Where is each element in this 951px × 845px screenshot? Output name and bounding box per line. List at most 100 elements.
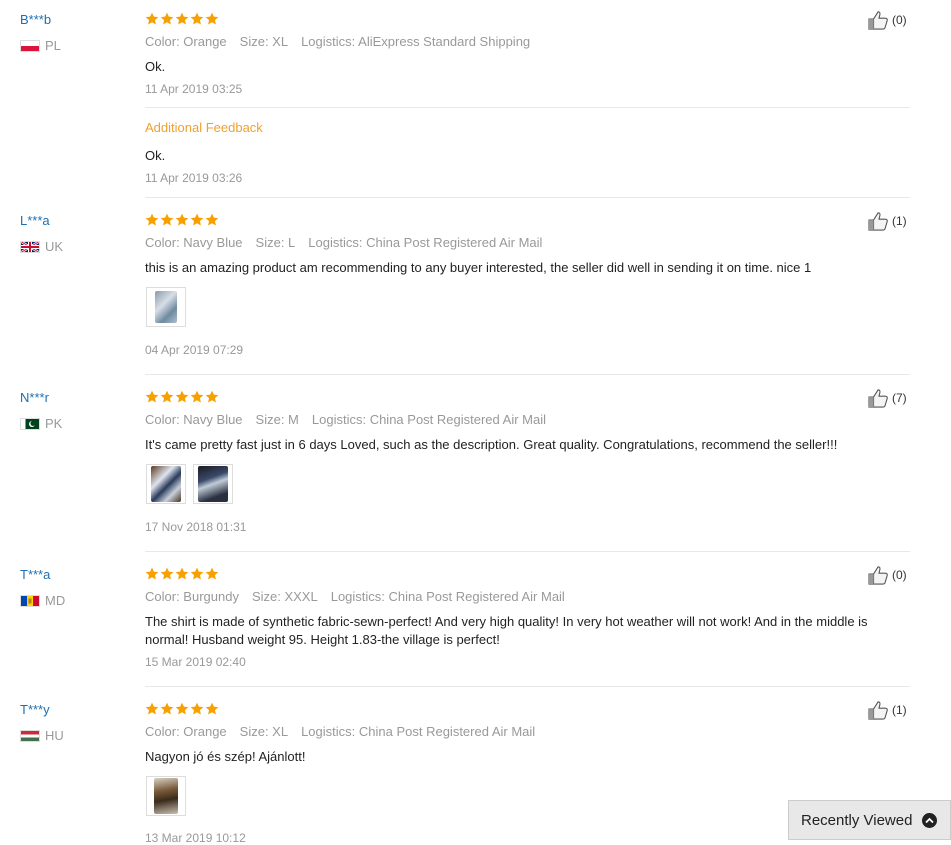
star-icon — [205, 567, 219, 580]
attr-color: Color: Burgundy — [145, 589, 239, 604]
star-rating — [145, 702, 219, 716]
star-rating — [145, 390, 219, 404]
order-attributes: Color: Burgundy Size: XXXL Logistics: Chin… — [145, 589, 578, 604]
recently-viewed-label: Recently Viewed — [801, 811, 913, 829]
review-date: 11 Apr 2019 03:25 — [145, 82, 243, 96]
country-code: PK — [45, 416, 63, 431]
review-date: 04 Apr 2019 07:29 — [145, 343, 244, 357]
review-text: The shirt is made of synthetic fabric-se… — [145, 614, 868, 647]
reviewer-name[interactable]: B***b — [20, 12, 51, 27]
flag-uk-icon — [20, 240, 40, 253]
review-photo[interactable] — [146, 287, 186, 327]
star-icon — [145, 567, 159, 580]
review-text: this is an amazing product am recommendi… — [145, 260, 812, 275]
like-button[interactable]: (1) — [868, 211, 907, 231]
star-icon — [190, 702, 204, 715]
divider — [145, 107, 910, 108]
attr-logistics: Logistics: China Post Registered Air Mai… — [311, 412, 546, 427]
attr-size: Size: XL — [239, 34, 289, 49]
flag-pl-icon — [20, 39, 40, 52]
photo-thumbnail — [198, 466, 228, 502]
review-text: It's came pretty fast just in 6 days Lov… — [145, 437, 838, 452]
star-icon — [190, 12, 204, 25]
star-icon — [160, 390, 174, 403]
review-separator — [145, 686, 910, 687]
thumbs-up-icon — [868, 212, 888, 231]
like-button[interactable]: (1) — [868, 700, 907, 720]
thumbs-up-icon — [868, 389, 888, 408]
star-icon — [160, 702, 174, 715]
flag-md-icon — [20, 594, 40, 607]
chevron-up-icon — [922, 812, 938, 828]
star-icon — [175, 213, 189, 226]
like-count: (0) — [892, 13, 907, 27]
reviewer-name[interactable]: T***a — [20, 567, 50, 582]
like-button[interactable]: (0) — [868, 10, 907, 30]
additional-feedback-label: Additional Feedback — [145, 120, 263, 135]
star-icon — [175, 567, 189, 580]
review-photo[interactable] — [146, 464, 186, 504]
star-icon — [190, 390, 204, 403]
star-rating — [145, 213, 219, 227]
star-icon — [145, 213, 159, 226]
additional-feedback-text: Ok. — [145, 148, 166, 163]
reviewer-country: PK — [20, 416, 62, 431]
star-icon — [145, 12, 159, 25]
country-code: MD — [45, 593, 66, 608]
like-count: (1) — [892, 214, 907, 228]
attr-color: Color: Orange — [145, 724, 227, 739]
attr-logistics: Logistics: China Post Registered Air Mai… — [308, 235, 543, 250]
star-icon — [145, 702, 159, 715]
country-code: PL — [45, 38, 61, 53]
review-separator — [145, 197, 910, 198]
review-separator — [145, 374, 910, 375]
reviewer-name[interactable]: T***y — [20, 702, 50, 717]
flag-pk-icon — [20, 417, 40, 430]
attr-color: Color: Navy Blue — [145, 235, 243, 250]
review-photo[interactable] — [146, 776, 186, 816]
star-icon — [175, 702, 189, 715]
attr-size: Size: XL — [239, 724, 289, 739]
review-text: Nagyon jó és szép! Ajánlott! — [145, 749, 306, 764]
reviewer-country: HU — [20, 728, 64, 743]
reviewer-country: PL — [20, 38, 61, 53]
star-rating — [145, 567, 219, 581]
review-photo[interactable] — [193, 464, 233, 504]
reviewer-name[interactable]: N***r — [20, 390, 49, 405]
like-button[interactable]: (0) — [868, 565, 907, 585]
thumbs-up-icon — [868, 11, 888, 30]
review-date: 13 Mar 2019 10:12 — [145, 831, 246, 845]
attr-logistics: Logistics: China Post Registered Air Mai… — [330, 589, 565, 604]
like-count: (0) — [892, 568, 907, 582]
country-code: HU — [45, 728, 64, 743]
reviewer-country: UK — [20, 239, 63, 254]
reviewer-country: MD — [20, 593, 65, 608]
photo-thumbnail — [154, 778, 178, 814]
thumbs-up-icon — [868, 566, 888, 585]
order-attributes: Color: Navy Blue Size: M Logistics: China … — [145, 412, 559, 427]
order-attributes: Color: Orange Size: XL Logistics: AliExpre… — [145, 34, 543, 49]
review-date: 15 Mar 2019 02:40 — [145, 655, 246, 669]
star-icon — [175, 12, 189, 25]
reviewer-name[interactable]: L***a — [20, 213, 50, 228]
star-rating — [145, 12, 219, 26]
order-attributes: Color: Orange Size: XL Logistics: China Po… — [145, 724, 548, 739]
review-separator — [145, 551, 910, 552]
star-icon — [190, 213, 204, 226]
star-icon — [190, 567, 204, 580]
photo-thumbnail — [151, 466, 181, 502]
star-icon — [205, 390, 219, 403]
recently-viewed-button[interactable]: Recently Viewed — [788, 800, 951, 840]
star-icon — [205, 702, 219, 715]
like-count: (1) — [892, 703, 907, 717]
country-code: UK — [45, 239, 64, 254]
like-button[interactable]: (7) — [868, 388, 907, 408]
attr-size: Size: XXXL — [251, 589, 318, 604]
star-icon — [205, 12, 219, 25]
review-text: Ok. — [145, 59, 166, 74]
order-attributes: Color: Navy Blue Size: L Logistics: China … — [145, 235, 555, 250]
star-icon — [160, 567, 174, 580]
attr-color: Color: Navy Blue — [145, 412, 243, 427]
star-icon — [175, 390, 189, 403]
attr-color: Color: Orange — [145, 34, 227, 49]
